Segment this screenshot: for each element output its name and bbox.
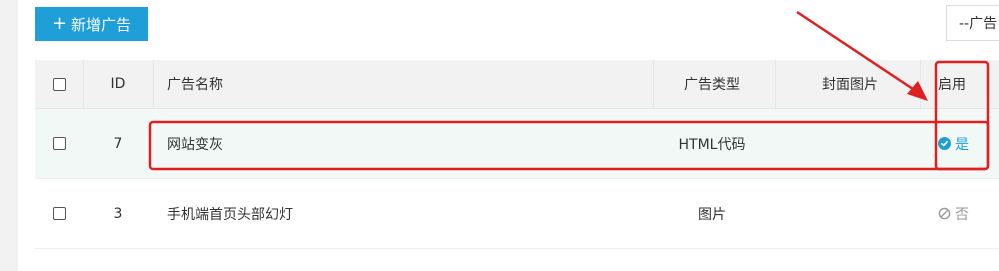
- table-header-row: ID 广告名称 广告类型 封面图片 启用: [35, 60, 999, 109]
- row-enable-toggle[interactable]: 否: [938, 179, 999, 248]
- header-name: 广告名称: [167, 77, 223, 93]
- ad-type-filter-select[interactable]: --广告: [946, 5, 999, 41]
- header-cover: 封面图片: [822, 77, 878, 93]
- ban-icon: [938, 207, 951, 220]
- table-row[interactable]: 3 手机端首页头部幻灯 图片 否: [35, 179, 999, 249]
- row-checkbox[interactable]: [52, 207, 66, 220]
- column-divider: [920, 60, 921, 108]
- add-ad-button-label: 新增广告: [71, 15, 132, 34]
- select-all-cell[interactable]: [35, 60, 83, 108]
- row-type: 图片: [698, 206, 726, 223]
- header-type: 广告类型: [684, 77, 740, 93]
- row-enable-toggle[interactable]: 是: [938, 109, 999, 178]
- disabled-status-label: 否: [955, 206, 969, 223]
- row-id: 3: [113, 205, 123, 222]
- select-all-checkbox[interactable]: [52, 77, 66, 91]
- disabled-status[interactable]: 否: [938, 204, 969, 224]
- row-name: 网站变灰: [167, 136, 223, 153]
- enabled-status[interactable]: 是: [938, 134, 969, 154]
- header-enable: 启用: [938, 77, 966, 93]
- row-select-cell[interactable]: [35, 109, 83, 178]
- plus-icon: +: [51, 13, 68, 34]
- row-name: 手机端首页头部幻灯: [167, 206, 293, 223]
- ads-table: ID 广告名称 广告类型 封面图片 启用 7 网站变灰 HTML代码 是 3 手…: [35, 60, 999, 249]
- left-gutter: [0, 0, 18, 271]
- column-divider: [83, 60, 84, 108]
- table-row[interactable]: 7 网站变灰 HTML代码 是: [35, 109, 999, 179]
- column-divider: [775, 60, 776, 108]
- row-type: HTML代码: [678, 136, 746, 153]
- row-id: 7: [113, 135, 123, 152]
- header-id: ID: [110, 76, 126, 92]
- row-cover: [775, 179, 925, 248]
- check-circle-icon: [938, 137, 951, 150]
- row-checkbox[interactable]: [52, 137, 66, 150]
- filter-select-value: --广告: [959, 16, 998, 32]
- column-divider: [153, 60, 154, 108]
- enabled-status-label: 是: [955, 136, 969, 153]
- row-select-cell[interactable]: [35, 179, 83, 248]
- add-ad-button[interactable]: + 新增广告: [35, 7, 148, 41]
- column-divider: [653, 60, 654, 108]
- row-cover: [775, 109, 925, 178]
